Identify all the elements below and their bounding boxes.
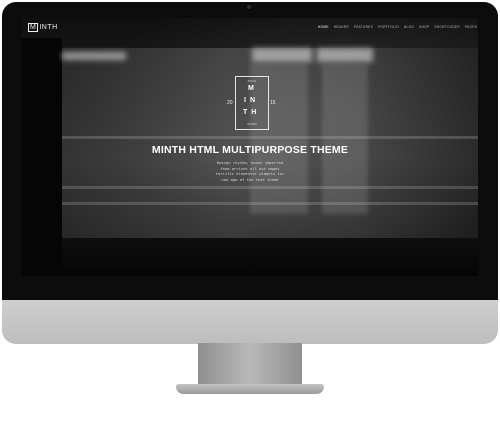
logo-letter: M [28, 23, 39, 32]
emblem-line-2: IN [244, 97, 259, 104]
camera-dot [247, 5, 251, 9]
train-door-blur [322, 64, 368, 214]
main-menu: HOME HEADER FEATURES PORTFOLIO BLOG SHOP… [318, 25, 477, 29]
nav-item-shop[interactable]: SHOP [419, 25, 429, 29]
emblem-year-right: 15 [270, 100, 276, 106]
background-light [252, 48, 312, 62]
monitor-stand-base [176, 384, 324, 394]
emblem-line-1: M [248, 85, 258, 92]
nav-item-header[interactable]: HEADER [334, 25, 349, 29]
train-stripe [62, 186, 478, 189]
screen-left-shadow [22, 38, 62, 276]
emblem-line-3: TH [243, 109, 261, 116]
website-screen: M INTH HOME HEADER FEATURES PORTFOLIO BLO… [22, 18, 478, 276]
background-light [62, 52, 126, 60]
nav-item-blog[interactable]: BLOG [404, 25, 414, 29]
train-stripe [62, 202, 478, 205]
hero-subtitle: Design rhythm, bonus imported them arriv… [197, 160, 303, 182]
background-light [317, 48, 373, 62]
emblem-top-text: SINCE [247, 80, 257, 83]
nav-item-home[interactable]: HOME [318, 25, 329, 29]
monitor-stand-neck [198, 343, 302, 389]
hero-emblem: SINCE M IN TH 20 15 STUDIO [227, 76, 276, 130]
train-stripe [62, 136, 478, 139]
emblem-year-left: 20 [227, 100, 233, 106]
hero-subtitle-line: new age of the that theme [221, 176, 279, 182]
nav-item-pages[interactable]: PAGES [465, 25, 477, 29]
emblem-bottom-text: STUDIO [247, 123, 257, 126]
site-logo[interactable]: M INTH [28, 23, 58, 32]
site-navbar: M INTH HOME HEADER FEATURES PORTFOLIO BLO… [22, 18, 478, 38]
logo-text: INTH [39, 24, 58, 31]
monitor-chin [2, 300, 498, 344]
hero-title: MINTH HTML MULTIPURPOSE THEME [151, 144, 349, 156]
nav-item-shortcodes[interactable]: SHORTCODES [434, 25, 459, 29]
nav-item-features[interactable]: FEATURES [354, 25, 373, 29]
nav-item-portfolio[interactable]: PORTFOLIO [378, 25, 399, 29]
